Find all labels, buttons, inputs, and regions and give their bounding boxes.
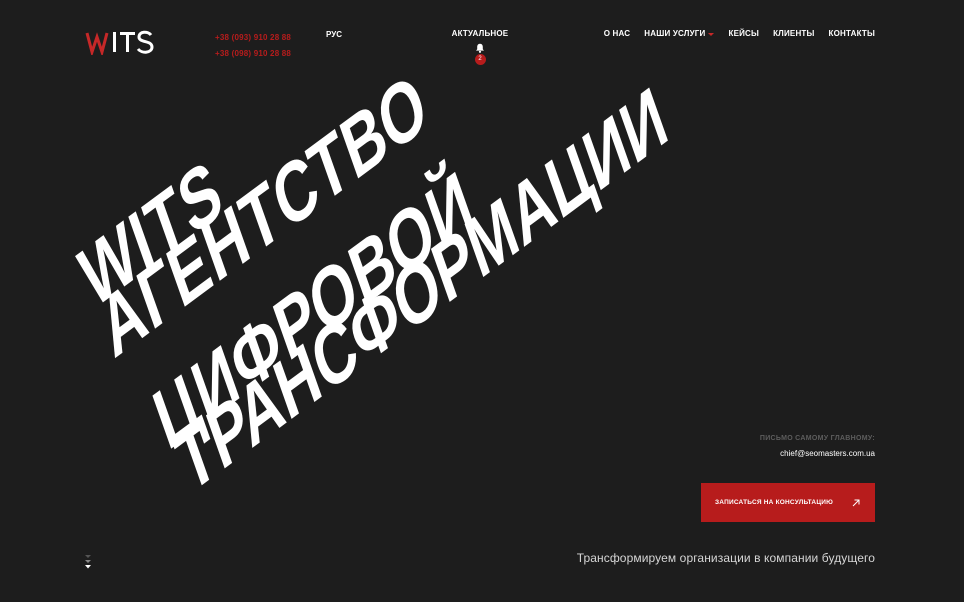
tagline: Трансформируем организации в компании бу… — [576, 551, 875, 565]
news-label[interactable]: АКТУАЛЬНОЕ — [440, 29, 520, 38]
nav-item-services[interactable]: НАШИ УСЛУГИ — [644, 29, 715, 38]
nav-item-cases[interactable]: КЕЙСЫ — [728, 29, 759, 38]
nav-item-label: КЕЙСЫ — [728, 29, 760, 38]
phone-link-2[interactable]: +38 (098) 910 28 88 — [215, 46, 291, 62]
phone-list: +38 (093) 910 28 88 +38 (098) 910 28 88 — [215, 30, 291, 62]
page: +38 (093) 910 28 88 +38 (098) 910 28 88 … — [0, 0, 964, 602]
nav-item-label: КЛИЕНТЫ — [773, 29, 815, 38]
nav-item-label: О НАС — [603, 29, 631, 38]
nav-item-label: НАШИ УСЛУГИ — [644, 29, 706, 38]
email-caption: ПИСЬМО САМОМУ ГЛАВНОМУ: — [759, 435, 875, 442]
news-count-badge: 2 — [474, 54, 486, 65]
language-switch[interactable]: РУС — [326, 30, 342, 39]
hero-line-brand: WITS — [69, 140, 234, 326]
bell-icon[interactable] — [475, 43, 485, 53]
nav-item-label: КОНТАКТЫ — [828, 29, 875, 38]
arrow-up-right-icon — [852, 499, 860, 506]
chevron-down-icon — [708, 32, 715, 36]
scroll-down-icon[interactable] — [84, 554, 92, 572]
main-nav: О НАС НАШИ УСЛУГИ КЕЙСЫ КЛИЕНТЫ КОНТАКТЫ — [604, 29, 875, 38]
nav-item-about[interactable]: О НАС — [604, 29, 631, 38]
hero-line-transformation: ТРАНСФОРМАЦИИ — [165, 67, 678, 511]
nav-item-clients[interactable]: КЛИЕНТЫ — [773, 29, 814, 38]
wits-logo[interactable] — [85, 29, 155, 55]
consultation-button[interactable]: ЗАПИСАТЬСЯ НА КОНСУЛЬТАЦИЮ — [701, 483, 875, 522]
consultation-button-label: ЗАПИСАТЬСЯ НА КОНСУЛЬТАЦИЮ — [715, 499, 834, 506]
hero-line-digital: ЦИФРОВОЙ — [143, 151, 484, 468]
news-widget[interactable]: АКТУАЛЬНОЕ 2 — [440, 29, 520, 65]
email-link[interactable]: chief@seomasters.com.ua — [780, 449, 875, 458]
hero-line-agency: АГЕНТСТВО — [89, 53, 438, 376]
phone-link-1[interactable]: +38 (093) 910 28 88 — [215, 30, 291, 46]
nav-item-contacts[interactable]: КОНТАКТЫ — [829, 29, 875, 38]
